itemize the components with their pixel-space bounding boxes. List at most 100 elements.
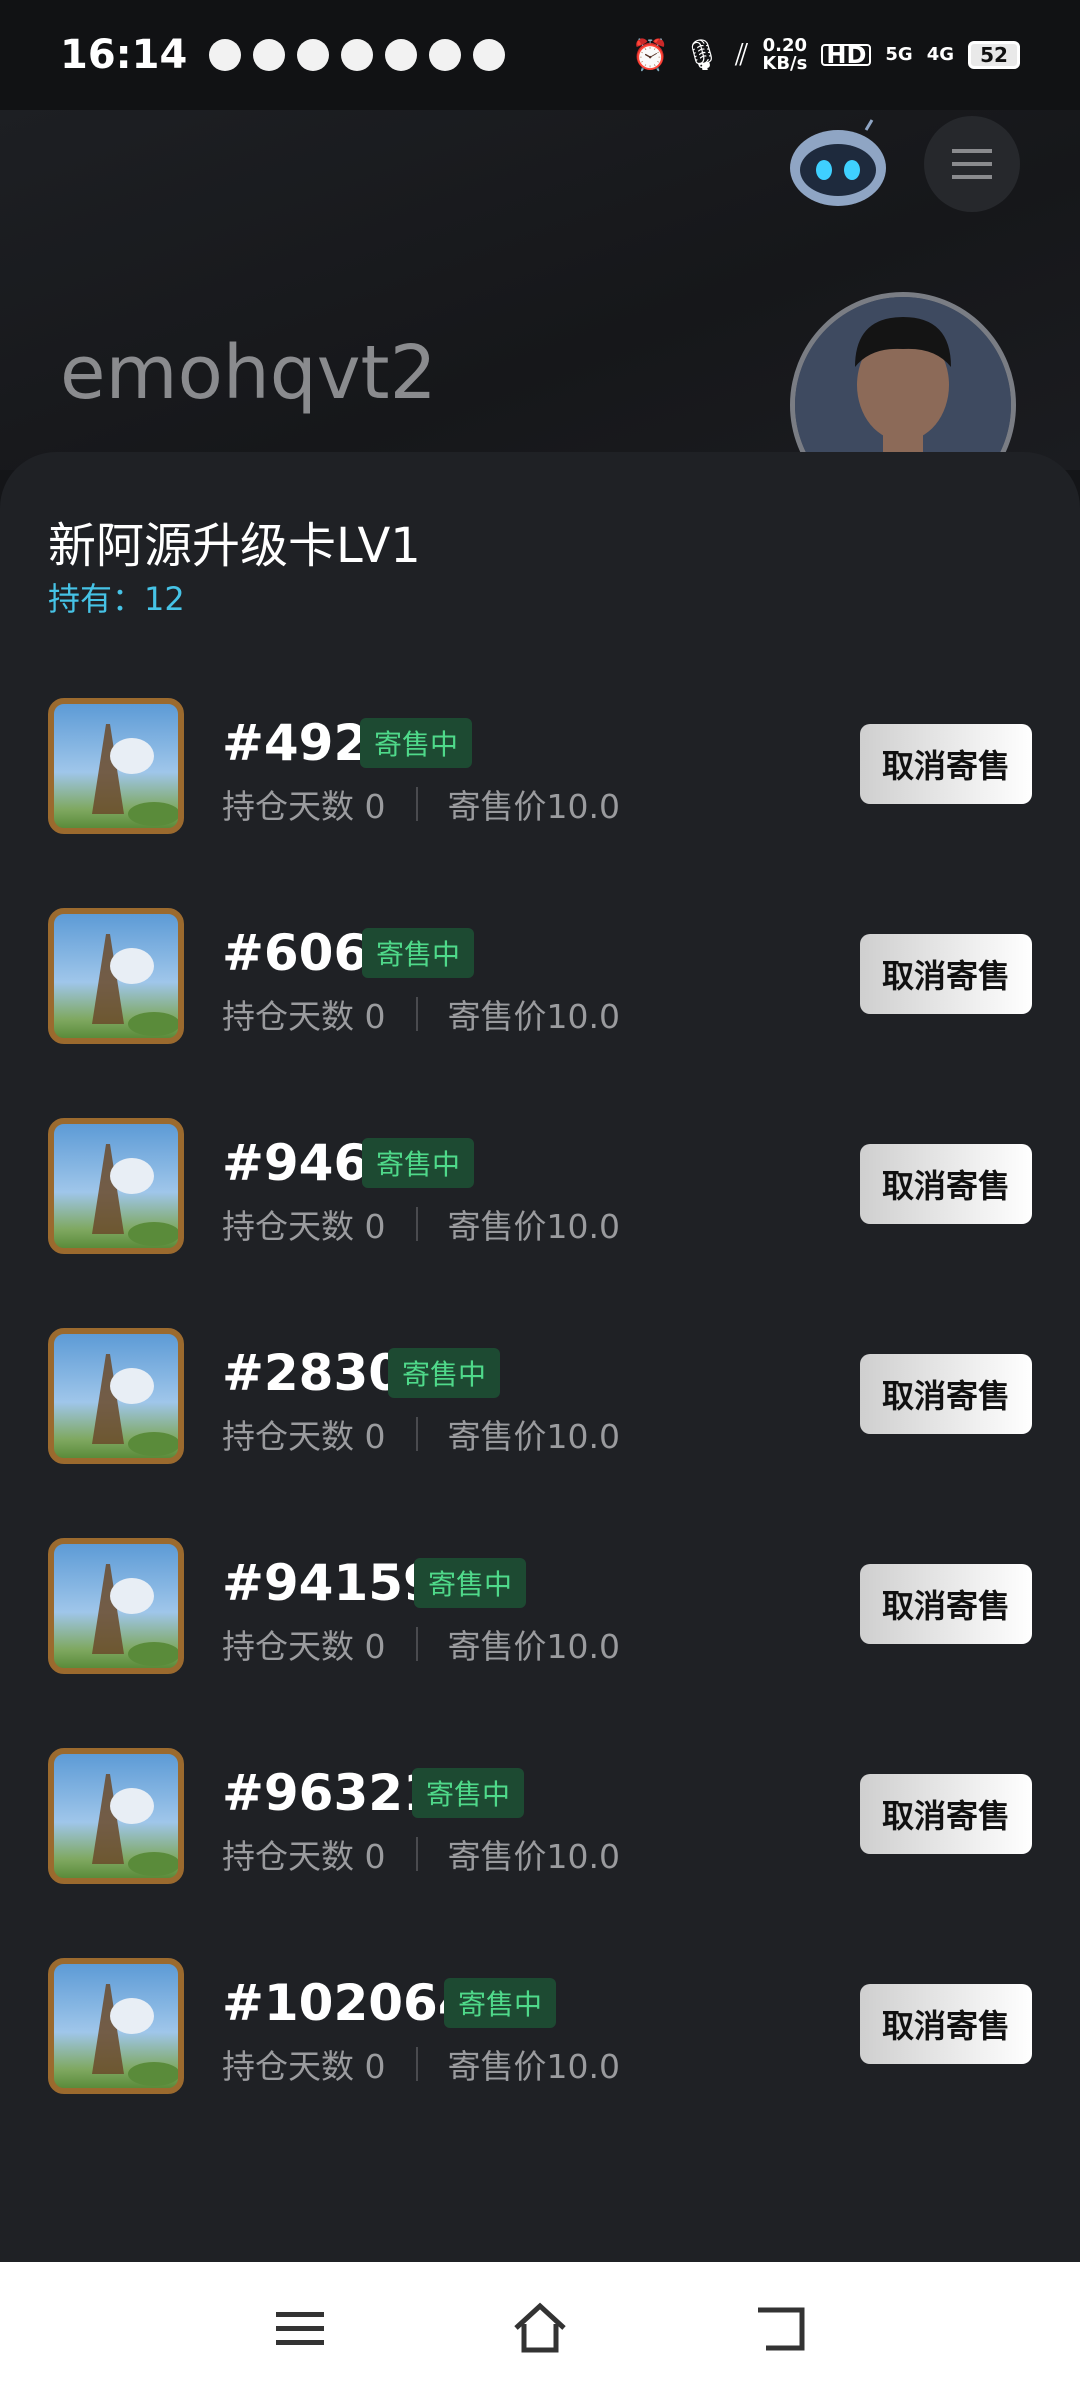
consign-price: 寄售价10.0 <box>447 2047 620 2086</box>
status-badge: 寄售中 <box>412 1768 525 1818</box>
menu-button[interactable] <box>924 116 1020 212</box>
consign-price: 寄售价10.0 <box>447 787 620 826</box>
net-speed-unit: KB/s <box>762 53 808 74</box>
divider <box>415 1417 418 1451</box>
item-number: #102064 <box>222 1974 473 2032</box>
wechat-icon <box>209 39 242 71</box>
item-number: #606 <box>222 924 369 982</box>
card-thumbnail <box>48 1118 184 1254</box>
list-item[interactable]: #606 寄售中 持仓天数 0 寄售价10.0 取消寄售 <box>0 908 1080 1058</box>
cancel-consign-button[interactable]: 取消寄售 <box>860 1984 1032 2064</box>
consign-price: 寄售价10.0 <box>447 1837 620 1876</box>
list-item[interactable]: #2830 寄售中 持仓天数 0 寄售价10.0 取消寄售 <box>0 1328 1080 1478</box>
divider <box>415 787 418 821</box>
holding-days: 持仓天数 0 <box>222 1627 386 1666</box>
divider <box>415 1837 418 1871</box>
list-item[interactable]: #492 寄售中 持仓天数 0 寄售价10.0 取消寄售 <box>0 698 1080 848</box>
list-item[interactable]: #946 寄售中 持仓天数 0 寄售价10.0 取消寄售 <box>0 1118 1080 1268</box>
divider <box>415 1627 418 1661</box>
item-meta: 持仓天数 0 寄售价10.0 <box>222 1410 620 1458</box>
consign-price: 寄售价10.0 <box>447 1627 620 1666</box>
message-icon <box>253 39 286 71</box>
qq-browser-icon <box>297 39 330 71</box>
status-badge: 寄售中 <box>362 928 475 978</box>
signal-5g: 5G <box>885 44 913 65</box>
mic-icon: 🎙 <box>682 37 721 73</box>
eiffel-tower-icon <box>92 934 178 1036</box>
list-item[interactable]: #96321 寄售中 持仓天数 0 寄售价10.0 取消寄售 <box>0 1748 1080 1898</box>
card-thumbnail <box>48 1538 184 1674</box>
status-time: 16:14 <box>60 32 188 78</box>
app-icon <box>429 39 462 71</box>
consign-price: 寄售价10.0 <box>447 1207 620 1246</box>
back-icon[interactable] <box>752 2300 808 2356</box>
eiffel-tower-icon <box>92 1984 178 2086</box>
net-speed: 0.20 KB/s <box>762 37 807 73</box>
item-meta: 持仓天数 0 寄售价10.0 <box>222 780 620 828</box>
item-meta: 持仓天数 0 寄售价10.0 <box>222 1200 620 1248</box>
item-meta: 持仓天数 0 寄售价10.0 <box>222 990 620 1038</box>
system-icons: ⏰ 🎙 ⫽ 0.20 KB/s HD 5G 4G 52 <box>632 37 1020 73</box>
consign-price: 寄售价10.0 <box>447 997 620 1036</box>
status-badge: 寄售中 <box>362 1138 475 1188</box>
cancel-consign-button[interactable]: 取消寄售 <box>860 1564 1032 1644</box>
card-thumbnail <box>48 908 184 1044</box>
notification-icons <box>209 39 506 71</box>
item-number: #2830 <box>222 1344 404 1402</box>
hamburger-icon <box>952 149 992 179</box>
consign-price: 寄售价10.0 <box>447 1417 620 1456</box>
holding-days: 持仓天数 0 <box>222 1837 386 1876</box>
status-bar: 16:14 ⏰ 🎙 ⫽ 0.20 KB/s HD 5G 4G 52 <box>0 0 1080 110</box>
status-badge: 寄售中 <box>360 718 473 768</box>
eiffel-tower-icon <box>92 1354 178 1456</box>
signal-4g: 4G <box>926 44 954 65</box>
alipay-icon <box>473 39 506 71</box>
holding-days: 持仓天数 0 <box>222 2047 386 2086</box>
card-thumbnail <box>48 1328 184 1464</box>
item-number: #492 <box>222 714 369 772</box>
item-number: #96321 <box>222 1764 438 1822</box>
alarm-icon: ⏰ <box>631 37 669 73</box>
divider <box>415 2047 418 2081</box>
card-thumbnail <box>48 1958 184 2094</box>
status-badge: 寄售中 <box>414 1558 527 1608</box>
item-number: #94159 <box>222 1554 438 1612</box>
holding-days: 持仓天数 0 <box>222 997 386 1036</box>
hd-label: HD <box>821 43 872 67</box>
eiffel-tower-icon <box>92 1144 178 1246</box>
list-item[interactable]: #94159 寄售中 持仓天数 0 寄售价10.0 取消寄售 <box>0 1538 1080 1688</box>
home-icon[interactable] <box>512 2300 568 2356</box>
card-thumbnail <box>48 698 184 834</box>
item-meta: 持仓天数 0 寄售价10.0 <box>222 2040 620 2088</box>
eiffel-tower-icon <box>92 724 178 826</box>
eiffel-tower-icon <box>92 1564 178 1666</box>
holding-days: 持仓天数 0 <box>222 1417 386 1456</box>
qq-icon <box>385 39 418 71</box>
holding-days: 持仓天数 0 <box>222 1207 386 1246</box>
cancel-consign-button[interactable]: 取消寄售 <box>860 1354 1032 1434</box>
divider <box>415 1207 418 1241</box>
holding-count: 持有：12 <box>48 580 185 618</box>
eiffel-tower-icon <box>92 1774 178 1876</box>
item-meta: 持仓天数 0 寄售价10.0 <box>222 1620 620 1668</box>
cancel-consign-button[interactable]: 取消寄售 <box>860 1774 1032 1854</box>
signal-icon: ⫽ <box>735 37 749 73</box>
cancel-consign-button[interactable]: 取消寄售 <box>860 1144 1032 1224</box>
system-nav-bar <box>0 2262 1080 2388</box>
item-meta: 持仓天数 0 寄售价10.0 <box>222 1830 620 1878</box>
menu-icon[interactable] <box>272 2300 328 2356</box>
card-thumbnail <box>48 1748 184 1884</box>
battery-indicator: 52 <box>968 41 1020 69</box>
status-badge: 寄售中 <box>388 1348 501 1398</box>
cancel-consign-button[interactable]: 取消寄售 <box>860 724 1032 804</box>
list-item[interactable]: #102064 寄售中 持仓天数 0 寄售价10.0 取消寄售 <box>0 1958 1080 2108</box>
camera-icon <box>341 39 374 71</box>
status-badge: 寄售中 <box>444 1978 557 2028</box>
holdings-sheet: 新阿源升级卡LV1 持有：12 #492 寄售中 持仓天数 0 寄售价10.0 … <box>0 452 1080 2262</box>
item-number: #946 <box>222 1134 369 1192</box>
holding-days: 持仓天数 0 <box>222 787 386 826</box>
card-title: 新阿源升级卡LV1 <box>48 518 421 574</box>
cancel-consign-button[interactable]: 取消寄售 <box>860 934 1032 1014</box>
assistant-robot-icon[interactable] <box>788 118 888 210</box>
divider <box>415 997 418 1031</box>
